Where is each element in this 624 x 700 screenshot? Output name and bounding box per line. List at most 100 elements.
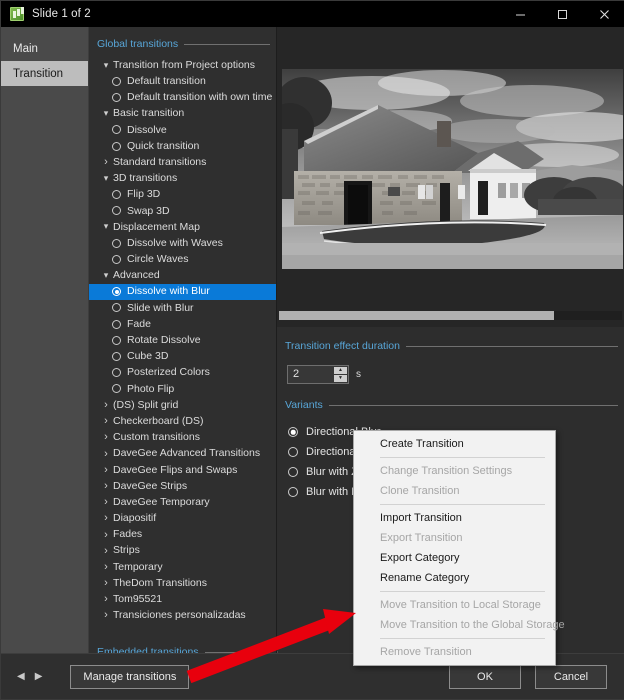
tree-group-row[interactable]: TheDom Transitions [89,575,276,591]
tree-transition-row[interactable]: Photo Flip [89,381,276,397]
tree-group-row[interactable]: DaveGee Strips [89,478,276,494]
stepper-arrows[interactable]: ▲ ▼ [334,367,347,382]
minimize-icon[interactable] [499,1,541,27]
tree-group-row[interactable]: Transiciones personalizadas [89,607,276,623]
tree-group-row[interactable]: Advanced [89,267,276,283]
chevron-right-icon[interactable] [99,415,113,427]
tree-transition-row[interactable]: Default transition [89,73,276,89]
transitions-tree[interactable]: Transition from Project options Default t… [89,57,276,624]
context-menu-item[interactable]: Export Category [354,548,555,568]
tree-transition-row[interactable]: Posterized Colors [89,365,276,381]
chevron-down-icon[interactable] [99,221,113,232]
tree-group-row[interactable]: 3D transitions [89,170,276,186]
tree-group-row[interactable]: Tom95521 [89,591,276,607]
close-icon[interactable] [583,1,624,27]
transition-context-menu[interactable]: Create Transition Change Transition Setti… [353,430,565,666]
tree-transition-row[interactable]: Dissolve [89,122,276,138]
chevron-right-icon[interactable] [99,593,113,605]
sidebar-tab-transition[interactable]: Transition [1,61,88,86]
chevron-right-icon[interactable] [99,464,113,476]
scrollbar-thumb[interactable] [279,311,554,320]
ok-button[interactable]: OK [449,664,521,689]
tree-group-row[interactable]: DaveGee Flips and Swaps [89,462,276,478]
tree-transition-row[interactable]: Fade [89,316,276,332]
tree-transition-row[interactable]: Quick transition [89,138,276,154]
tree-group-row[interactable]: Fades [89,526,276,542]
tree-group-row[interactable]: Transition from Project options [89,57,276,73]
radio-icon[interactable] [112,92,121,102]
chevron-down-icon[interactable] [99,270,113,281]
tree-group-row[interactable]: Standard transitions [89,154,276,170]
radio-icon[interactable] [288,427,298,437]
radio-icon[interactable] [112,384,121,394]
transitions-tree-panel[interactable]: Global transitions Transition from Proje… [89,27,277,673]
chevron-right-icon[interactable] [99,561,113,573]
chevron-right-icon[interactable] [99,529,113,541]
chevron-right-icon[interactable] [99,512,113,524]
tree-transition-row[interactable]: Dissolve with Blur [89,283,276,300]
tree-group-row[interactable]: Strips [89,543,276,559]
chevron-down-icon[interactable] [99,173,113,184]
radio-icon[interactable] [112,206,121,216]
sidebar-tab-main[interactable]: Main [1,36,88,61]
chevron-down-icon[interactable] [99,108,113,119]
radio-icon[interactable] [112,76,121,86]
tree-group-row[interactable]: Custom transitions [89,429,276,445]
manage-transitions-button[interactable]: Manage transitions [70,664,190,689]
context-menu-item[interactable]: Create Transition [354,434,555,454]
preview-horizontal-scrollbar[interactable] [279,311,622,320]
chevron-right-icon[interactable] [99,545,113,557]
duration-stepper[interactable]: 2 ▲ ▼ [287,365,349,384]
chevron-right-icon[interactable] [99,496,113,508]
radio-icon[interactable] [288,447,298,457]
tree-group-row[interactable]: Checkerboard (DS) [89,413,276,429]
context-menu-item[interactable]: Import Transition [354,508,555,528]
tree-transition-row[interactable]: Rotate Dissolve [89,332,276,348]
radio-icon[interactable] [112,303,121,313]
radio-icon[interactable] [112,287,121,297]
context-menu-item: Move Transition to the Global Storage [380,619,565,631]
chevron-right-icon[interactable] [99,609,113,621]
chevron-right-icon[interactable] [99,448,113,460]
tree-group-row[interactable]: Basic transition [89,106,276,122]
tree-transition-row[interactable]: Circle Waves [89,251,276,267]
cancel-button[interactable]: Cancel [535,664,607,689]
chevron-down-icon[interactable] [99,60,113,71]
maximize-icon[interactable] [541,1,583,27]
chevron-right-icon[interactable] [99,431,113,443]
stepper-down-icon[interactable]: ▼ [334,375,347,382]
context-menu-item[interactable]: Rename Category [354,568,555,588]
tree-group-row[interactable]: (DS) Split grid [89,397,276,413]
chevron-right-icon[interactable] [99,156,113,168]
stepper-up-icon[interactable]: ▲ [334,367,347,374]
radio-icon[interactable] [288,467,298,477]
next-slide-icon[interactable]: ▶ [35,671,43,682]
tree-group-row[interactable]: DaveGee Temporary [89,494,276,510]
duration-value[interactable]: 2 [293,369,299,380]
radio-icon[interactable] [112,125,121,135]
tree-transition-row[interactable]: Default transition with own time [89,89,276,105]
tree-group-row[interactable]: Displacement Map [89,219,276,235]
chevron-right-icon[interactable] [99,577,113,589]
tree-group-row[interactable]: Diapositif [89,510,276,526]
tree-group-row[interactable]: DaveGee Advanced Transitions [89,446,276,462]
tree-transition-row[interactable]: Swap 3D [89,203,276,219]
tree-transition-row[interactable]: Slide with Blur [89,300,276,316]
radio-icon[interactable] [112,190,121,200]
radio-icon[interactable] [112,141,121,151]
chevron-right-icon[interactable] [99,480,113,492]
tree-transition-row[interactable]: Cube 3D [89,348,276,364]
tree-transition-row[interactable]: Dissolve with Waves [89,235,276,251]
prev-slide-icon[interactable]: ◀ [17,671,25,682]
tree-group-row[interactable]: Temporary [89,559,276,575]
chevron-right-icon[interactable] [99,399,113,411]
radio-icon[interactable] [112,335,121,345]
radio-icon[interactable] [288,487,298,497]
tree-row-label: Fade [127,317,151,330]
tree-transition-row[interactable]: Flip 3D [89,187,276,203]
radio-icon[interactable] [112,351,121,361]
radio-icon[interactable] [112,254,121,264]
radio-icon[interactable] [112,319,121,329]
radio-icon[interactable] [112,238,121,248]
radio-icon[interactable] [112,368,121,378]
